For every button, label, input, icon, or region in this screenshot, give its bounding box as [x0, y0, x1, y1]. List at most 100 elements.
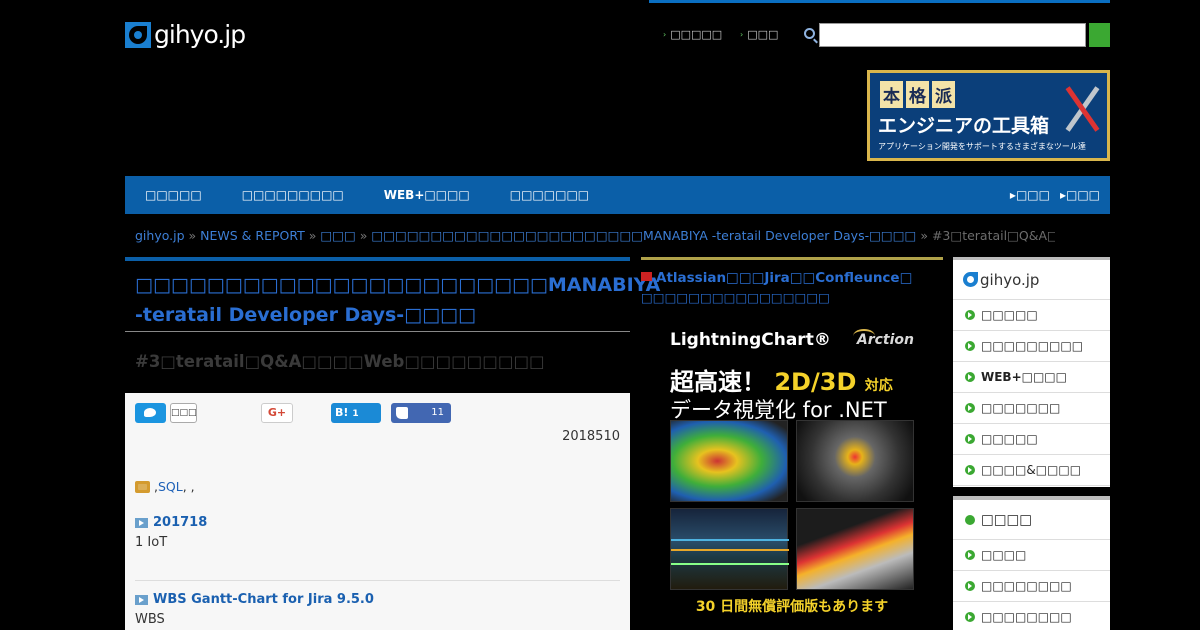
search-input[interactable] [819, 23, 1086, 47]
logo-text: gihyo.jp [154, 20, 246, 49]
nav-item-4[interactable]: □□□□□□□ [490, 188, 609, 202]
sidebar2-item-1[interactable]: □□□□ [953, 540, 1110, 571]
arrow-circle-icon [965, 434, 975, 444]
tags-suffix: , , [182, 479, 195, 494]
sidebar-item-label: □□□□ [981, 548, 1027, 562]
sidebar-item-label: □□□□□□□□ [981, 610, 1072, 624]
ad-headline-small: 対応 [864, 378, 893, 394]
arrow-circle-icon [965, 372, 975, 382]
logo-mark-icon [125, 21, 151, 48]
middle-news-subtitle: □□□□□□□□□□□□□□□□ [641, 290, 830, 305]
util-link-1[interactable]: › □□□□□ [663, 28, 722, 41]
ad-plot-line [670, 508, 789, 590]
arrow-circle-icon [965, 403, 975, 413]
gplus-button[interactable]: G+ [261, 403, 293, 423]
banner-title: エンジニアの工具箱 [878, 115, 1050, 137]
sidebar-item-label: □□□□&□□□□ [981, 463, 1082, 477]
banner-char: 本 [880, 81, 903, 108]
arrow-icon: › [740, 30, 744, 39]
sidebar-section2-title: □□□□ [953, 500, 1110, 540]
sidebar-item-4[interactable]: □□□□□□□ [953, 393, 1110, 424]
arrow-circle-icon [965, 310, 975, 320]
main-nav: □□□□□ □□□□□□□□□ WEB+□□□□ □□□□□□□ ▸□□□ ▸□… [125, 176, 1110, 214]
ad-cta: 30 日間無償評価版もあります [695, 599, 889, 615]
search-button[interactable] [1089, 23, 1110, 47]
breadcrumb: gihyo.jp » NEWS & REPORT » □□□ » □□□□□□□… [135, 228, 1055, 243]
ad-headline-lead: 超高速！ [670, 368, 766, 396]
nav-item-1[interactable]: □□□□□ [125, 188, 222, 202]
sidebar-item-5[interactable]: □□□□□ [953, 424, 1110, 455]
sidebar2-item-3[interactable]: □□□□□□□□ [953, 602, 1110, 630]
nav-right-link-1[interactable]: ▸□□□ [1010, 188, 1050, 202]
search-icon [804, 28, 815, 39]
related-divider [135, 580, 620, 581]
logo-mark-icon [963, 272, 978, 287]
related-article-title: WBS Gantt-Chart for Jira 9.5.0 [135, 592, 620, 607]
related-title-text: WBS Gantt-Chart for Jira 9.5.0 [153, 592, 374, 607]
nav-right-link-2[interactable]: ▸□□□ [1060, 188, 1100, 202]
ad-plot-3d-bars [796, 508, 914, 590]
middle-top-bar [641, 257, 943, 260]
arrow-circle-icon [965, 341, 975, 351]
breadcrumb-link-category[interactable]: □□□ [320, 228, 355, 243]
circle-icon [965, 514, 975, 525]
hatena-label: B! [335, 406, 349, 419]
nav-right-links: ▸□□□ ▸□□□ [1000, 188, 1110, 202]
play-icon [135, 517, 148, 528]
util-link-label: □□□□□ [670, 28, 723, 41]
related-title-text: 201718 [153, 515, 208, 530]
nav-item-web-plus[interactable]: WEB+□□□□ [364, 188, 490, 202]
sidebar-section2: □□□□ □□□□ □□□□□□□□ □□□□□□□□ [953, 500, 1110, 630]
article-title: #3□teratail□Q&A□□□□Web□□□□□□□□□ [135, 352, 545, 371]
arrow-circle-icon [965, 550, 975, 560]
sidebar-item-label: □□□□□ [981, 432, 1038, 446]
tweet-count: □□□ [170, 403, 197, 423]
nav-right-label: □□□ [1065, 188, 1100, 202]
article-tags: , SQL , , [135, 479, 195, 494]
related-article-body: 1 IoT [135, 535, 168, 550]
banner-title-chars: 本 格 派 [880, 81, 955, 108]
related-article-2[interactable]: WBS Gantt-Chart for Jira 9.5.0 WBS [135, 592, 620, 627]
header-ad-banner[interactable]: 本 格 派 エンジニアの工具箱 アプリケーション開発をサポートするさまざまなツー… [867, 70, 1110, 161]
flag-icon [641, 272, 652, 281]
breadcrumb-link-home[interactable]: gihyo.jp [135, 228, 185, 243]
sidebar-item-2[interactable]: □□□□□□□□□ [953, 331, 1110, 362]
sidebar-logo[interactable]: gihyo.jp [953, 260, 1110, 300]
sidebar-item-web-plus[interactable]: WEB+□□□□ [953, 362, 1110, 393]
article-content: □□□ G+ B! 1 11 2018510 , SQL , , 201718 1… [125, 393, 630, 630]
thumbs-up-icon [396, 407, 408, 419]
tag-link-sql[interactable]: SQL [158, 479, 183, 494]
related-article-1[interactable]: 201718 1 IoT [135, 515, 620, 550]
arrow-icon: › [663, 30, 667, 39]
sidebar2-item-2[interactable]: □□□□□□□□ [953, 571, 1110, 602]
sidebar-menu: gihyo.jp □□□□□ □□□□□□□□□ WEB+□□□□ □□□□□□… [953, 260, 1110, 487]
hatena-count: 1 [352, 409, 359, 419]
sidebar-section2-title-text: □□□□ [981, 511, 1033, 528]
middle-news-title: Atlassian□□□Jira□□Confleunce□ [656, 270, 913, 286]
breadcrumb-current: #3□teratail□Q&A□□□□Web□□□□□□□□□ [931, 228, 1055, 243]
article-date: 2018510 [562, 429, 620, 444]
middle-news-link[interactable]: Atlassian□□□Jira□□Confleunce□ □□□□□□□□□□… [641, 269, 941, 308]
sidebar-item-1[interactable]: □□□□□ [953, 300, 1110, 331]
lightningchart-ad[interactable]: LightningChart® Arction 超高速！ 2D/3D 対応 デー… [658, 322, 926, 630]
hatena-bookmark-button[interactable]: B! 1 [331, 403, 381, 423]
sidebar-item-label: □□□□□□□□ [981, 579, 1072, 593]
nav-right-label: □□□ [1015, 188, 1050, 202]
sidebar-item-label: □□□□□□□ [981, 401, 1061, 415]
facebook-like-button[interactable]: 11 [391, 403, 451, 423]
title-divider [125, 331, 630, 332]
util-link-2[interactable]: › □□□ [740, 28, 778, 41]
arrow-circle-icon [965, 581, 975, 591]
wrench-screwdriver-icon [1065, 83, 1099, 135]
breadcrumb-link-series[interactable]: □□□□□□□□□□□□□□□□□□□□□□□MANABIYA -teratai… [371, 228, 916, 243]
site-logo[interactable]: gihyo.jp [125, 20, 246, 49]
play-icon [135, 594, 148, 605]
series-title[interactable]: □□□□□□□□□□□□□□□□□□□□□□□MANABIYA -teratai… [135, 270, 660, 330]
facebook-like-count: 11 [431, 407, 444, 418]
sidebar-item-6[interactable]: □□□□&□□□□ [953, 455, 1110, 486]
nav-item-2[interactable]: □□□□□□□□□ [222, 188, 364, 202]
breadcrumb-link-news[interactable]: NEWS & REPORT [200, 228, 305, 243]
util-link-label: □□□ [747, 28, 779, 41]
tweet-button[interactable] [135, 403, 166, 423]
ad-headline: 超高速！ 2D/3D 対応 [670, 362, 893, 397]
